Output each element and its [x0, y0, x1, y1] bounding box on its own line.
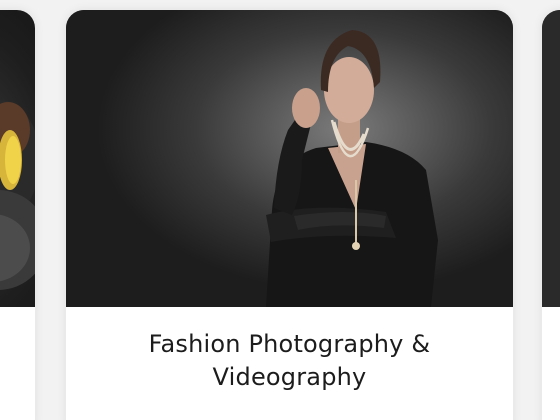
fashion-model-photo: [66, 10, 513, 307]
service-card-next[interactable]: [542, 10, 560, 420]
service-card-title-line-1: Fashion Photography &: [148, 330, 431, 358]
service-card-fashion[interactable]: Fashion Photography & Videography: [66, 10, 513, 420]
service-card-title: Fashion Photography & Videography: [66, 328, 513, 394]
service-card-title-line-2: Videography: [212, 363, 367, 391]
service-card-image: [66, 10, 513, 307]
service-card-previous[interactable]: [0, 10, 35, 420]
services-carousel: Fashion Photography & Videography: [0, 0, 560, 420]
service-card-image: [0, 10, 35, 307]
service-card-image: [542, 10, 560, 307]
dark-photo: [542, 10, 560, 307]
portrait-photo: [0, 100, 35, 290]
